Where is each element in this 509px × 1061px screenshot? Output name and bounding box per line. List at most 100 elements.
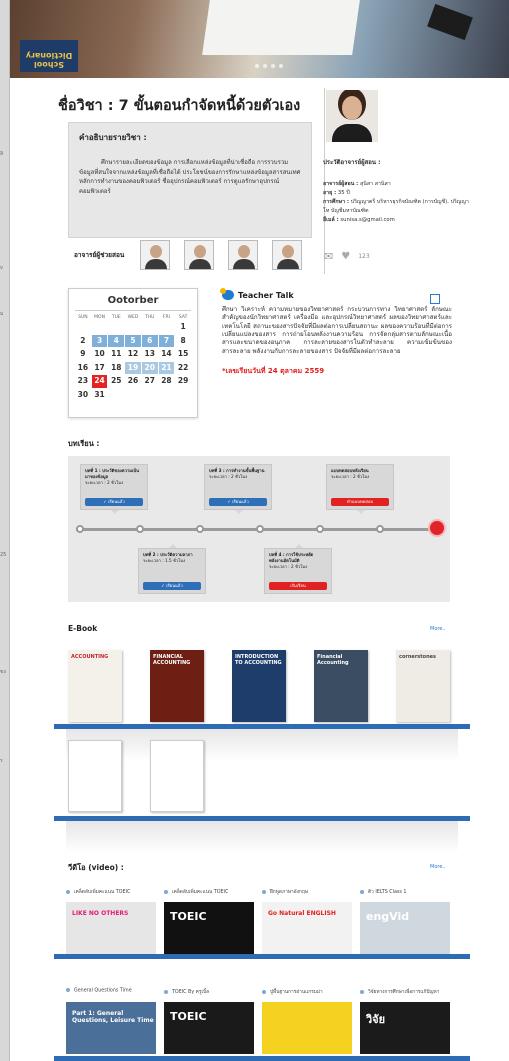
video-thumbnail[interactable]: TOEIC [164,1002,254,1054]
lesson-status-button[interactable]: ✓ เรียนแล้ว [209,498,267,506]
video-thumbnail-text: engVid [366,910,410,923]
edit-icon[interactable] [430,294,440,304]
calendar-day[interactable]: 3 [91,334,108,347]
video-thumbnail-text: Part 1: General Questions, Leisure Time [72,1010,154,1024]
lesson-status-button[interactable]: ✓ เรียนแล้ว [85,498,143,506]
video-label[interactable]: ติว IELTS Class 1 [360,888,407,896]
video-label[interactable]: TOEIC By ครูเบิ้ล [164,988,209,996]
video-thumbnail[interactable]: Go Natural ENGLISH [262,902,352,954]
calendar-day[interactable]: 2 [75,335,91,348]
lesson-card[interactable]: แบบทดสอบหลังเรียน ระยะเวลา : 2 ชั่วโมง ทำ… [326,464,394,514]
calendar-empty [75,321,91,334]
lesson-card[interactable]: บทที่ 1 : ประวัติของความเป็นมาของข้อมูลร… [80,464,148,514]
ebook-cover[interactable] [68,740,122,812]
weekday-label: SAT [178,315,188,320]
video-label[interactable]: ฝึกพูดภาษาอังกฤษ [262,888,308,896]
calendar-day[interactable]: 4 [108,334,125,347]
calendar-day[interactable]: 20 [141,361,158,374]
calendar-day[interactable]: 7 [158,334,175,347]
calendar-grid: SUN MON TUE WED THU FRI SAT 1 2 3 4 5 6 7 8 9 10 11 12 13 14… [69,315,197,401]
lessons-timeline: บทที่ 1 : ประวัติของความเป็นมาของข้อมูลร… [68,456,450,602]
heart-icon[interactable]: ♥ [341,251,350,262]
instructor-info: ประวัติอาจารย์ผู้สอน : อาจารย์ผู้สอน : ส… [323,158,473,225]
calendar-day[interactable]: 10 [92,348,108,361]
instructor-age-row: อายุ : 35 ปี [323,190,350,197]
lesson-card[interactable]: บทที่ 4 : การใช้ประหยัดพลังงานอัตโนมัติร… [264,544,332,594]
video-shelf [54,1056,470,1061]
calendar-day[interactable]: 23 [75,375,91,388]
video-thumbnail[interactable] [262,1002,352,1054]
calendar-day[interactable]: 8 [175,335,191,348]
video-thumbnail-text: วิจัย [366,1013,386,1026]
co-instructor-photos [140,240,302,270]
course-description-box: คำอธิบายรายวิชา : ศึกษารายละเอียดของข้อม… [68,122,312,238]
instructor-email-row: อีเมล์ : sunisa.s@gmail.com [323,217,395,224]
hero-banner: School Dictionary [10,0,509,78]
calendar-day[interactable]: 31 [92,389,108,402]
sidebar-fragment: ร [0,758,3,764]
video-thumbnail[interactable]: TOEIC [164,902,254,954]
video-thumbnail[interactable]: วิจัย [360,1002,450,1054]
calendar-empty [108,321,124,334]
co-instructor-avatar[interactable] [228,240,258,270]
calendar-day[interactable]: 13 [142,348,158,361]
ebook-cover[interactable]: cornerstones [396,650,450,722]
ebook-cover[interactable]: Financial Accounting [314,650,368,722]
weekday-label: MON [94,315,105,320]
lesson-status-button[interactable]: ✓ เรียนแล้ว [143,582,201,590]
carousel-dots[interactable] [255,64,283,68]
calendar-day[interactable]: 15 [175,348,191,361]
calendar-empty [92,321,108,334]
lesson-card[interactable]: บทที่ 2 : ประวัติความลาภา ระยะเวลา : 1.5 … [138,544,206,594]
ebook-cover[interactable]: INTRODUCTION TO ACCOUNTING [232,650,286,722]
calendar-day[interactable]: 14 [159,348,175,361]
calendar-day[interactable]: 19 [125,361,141,374]
ebook-cover[interactable] [150,740,204,812]
calendar-day[interactable]: 5 [125,334,141,347]
finish-flag-icon [428,519,446,537]
calendar-day[interactable]: 6 [141,334,158,347]
calendar-day[interactable]: 17 [92,362,108,375]
video-thumbnail-text: LIKE NO OTHERS [72,910,129,917]
ebook-more-link[interactable]: More.. [430,626,446,632]
calendar-day[interactable]: 22 [175,362,191,375]
calendar-day[interactable]: 21 [158,361,175,374]
teacher-talk: Teacher Talk ศึกษา วิเคราะห์ ความหมายของ… [220,288,452,377]
ebook-cover[interactable]: ACCOUNTING [68,650,122,722]
calendar-day[interactable]: 27 [142,375,158,388]
take-test-button[interactable]: ทำแบบทดสอบ [331,498,389,506]
calendar-day[interactable]: 28 [159,375,175,388]
co-instructor-avatar[interactable] [272,240,302,270]
calendar-day[interactable]: 30 [75,389,91,402]
calendar-day[interactable]: 12 [125,348,141,361]
video-label[interactable]: ปูพื้นฐานการอ่านแกรมม่า [262,988,323,996]
video-label[interactable]: เคล็ดลับเพิ่มคะแนน TOEIC [164,888,228,896]
sidebar-fragment: ลิ [0,151,4,157]
ebook-title: Financial Accounting [317,654,349,666]
lesson-card[interactable]: บทที่ 3 : การทำงานขั้นพื้นฐาน ระยะเวลา : … [204,464,272,514]
co-instructor-avatar[interactable] [140,240,170,270]
calendar-day[interactable]: 1 [175,321,191,334]
start-lesson-button[interactable]: เริ่มเรียน [269,582,327,590]
ebook-cover[interactable]: FINANCIAL ACCOUNTING [150,650,204,722]
calendar-day[interactable]: 26 [125,375,141,388]
video-thumbnail[interactable]: engVid [360,902,450,954]
lessons-heading: บทเรียน : [68,439,100,448]
video-label[interactable]: วิจัยทางการศึกษาเพื่อการแก้ปัญหา [360,988,439,996]
calendar-day[interactable]: 9 [75,348,91,361]
video-label[interactable]: General Questions Time [66,988,132,994]
calendar-day[interactable]: 16 [75,362,91,375]
video-label[interactable]: เคล็ดลับเพิ่มคะแนน TOEIC [66,888,130,896]
mail-icon[interactable]: ✉ [324,250,333,263]
calendar-day[interactable]: 18 [108,362,124,375]
calendar-day[interactable]: 25 [108,375,124,388]
calendar-day[interactable]: 29 [175,375,191,388]
calendar-day[interactable]: 24 [91,375,108,388]
video-thumbnail[interactable]: LIKE NO OTHERS [66,902,156,954]
chat-icon [220,288,234,300]
video-thumbnail[interactable]: Part 1: General Questions, Leisure Time [66,1002,156,1054]
co-instructor-avatar[interactable] [184,240,214,270]
co-instructors-label: อาจารย์ผู้ช่วยสอน [74,251,125,259]
video-more-link[interactable]: More.. [430,864,446,870]
calendar-day[interactable]: 11 [108,348,124,361]
